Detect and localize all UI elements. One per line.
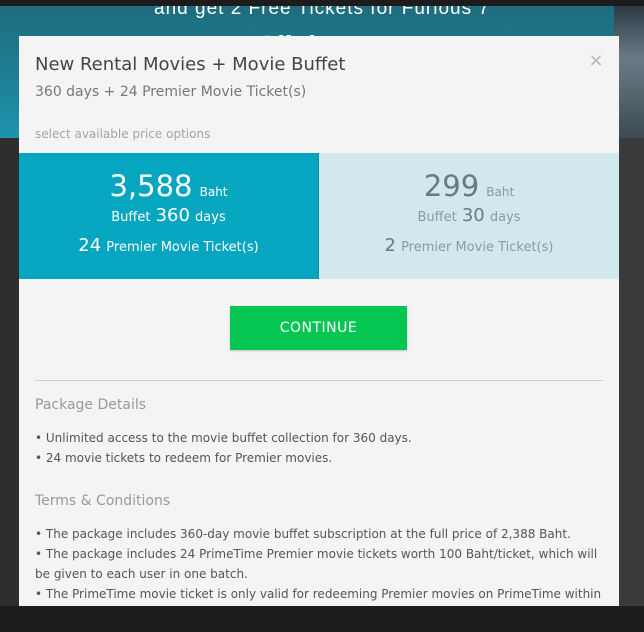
package-modal: New Rental Movies + Movie Buffet 360 day…	[19, 36, 619, 606]
close-icon[interactable]: ×	[585, 50, 607, 72]
list-item: • The package includes 24 PrimeTime Prem…	[35, 547, 598, 581]
page-scrollbar[interactable]	[618, 138, 644, 606]
modal-subtitle: 360 days + 24 Premier Movie Ticket(s)	[35, 84, 307, 100]
list-item: • 24 movie tickets to redeem for Premier…	[35, 451, 333, 465]
promo-banner-text: and get 2 Free Tickets for Furious 7	[154, 6, 490, 19]
price-option-30-days[interactable]: 299 Baht Buffet 30 days 2 Premier Movie …	[319, 153, 619, 279]
option-tickets-label: Premier Movie Ticket(s)	[106, 240, 259, 255]
price-option-360-days[interactable]: 3,588 Baht Buffet 360 days 24 Premier Mo…	[19, 153, 319, 279]
package-details-title: Package Details	[35, 397, 147, 413]
terms-list: • The package includes 360-day movie buf…	[35, 524, 605, 606]
option-days: 30	[461, 205, 485, 226]
option-tickets: 2	[384, 235, 396, 256]
bottom-bar	[0, 606, 644, 632]
continue-button[interactable]: CONTINUE	[230, 306, 407, 350]
package-details-list: • Unlimited access to the movie buffet c…	[35, 428, 605, 468]
list-item: • The package includes 360-day movie buf…	[35, 527, 571, 541]
option-price: 299	[423, 169, 480, 203]
option-currency: Baht	[199, 185, 228, 199]
option-days-label: days	[489, 210, 521, 225]
option-tickets-label: Premier Movie Ticket(s)	[401, 240, 554, 255]
price-options: 3,588 Baht Buffet 360 days 24 Premier Mo…	[19, 153, 619, 279]
price-options-label: select available price options	[35, 127, 211, 141]
option-days-label: days	[195, 210, 226, 225]
list-item: • Unlimited access to the movie buffet c…	[35, 431, 412, 445]
terms-title: Terms & Conditions	[35, 493, 171, 509]
option-price: 3,588	[109, 169, 193, 203]
option-buffet-label: Buffet	[417, 210, 457, 225]
list-item: • The PrimeTime movie ticket is only val…	[35, 587, 602, 601]
option-buffet-label: Buffet	[111, 210, 151, 225]
divider	[35, 380, 603, 381]
option-days: 360	[155, 205, 190, 226]
modal-title: New Rental Movies + Movie Buffet	[35, 54, 346, 75]
option-currency: Baht	[486, 185, 515, 199]
option-tickets: 24	[78, 235, 102, 256]
